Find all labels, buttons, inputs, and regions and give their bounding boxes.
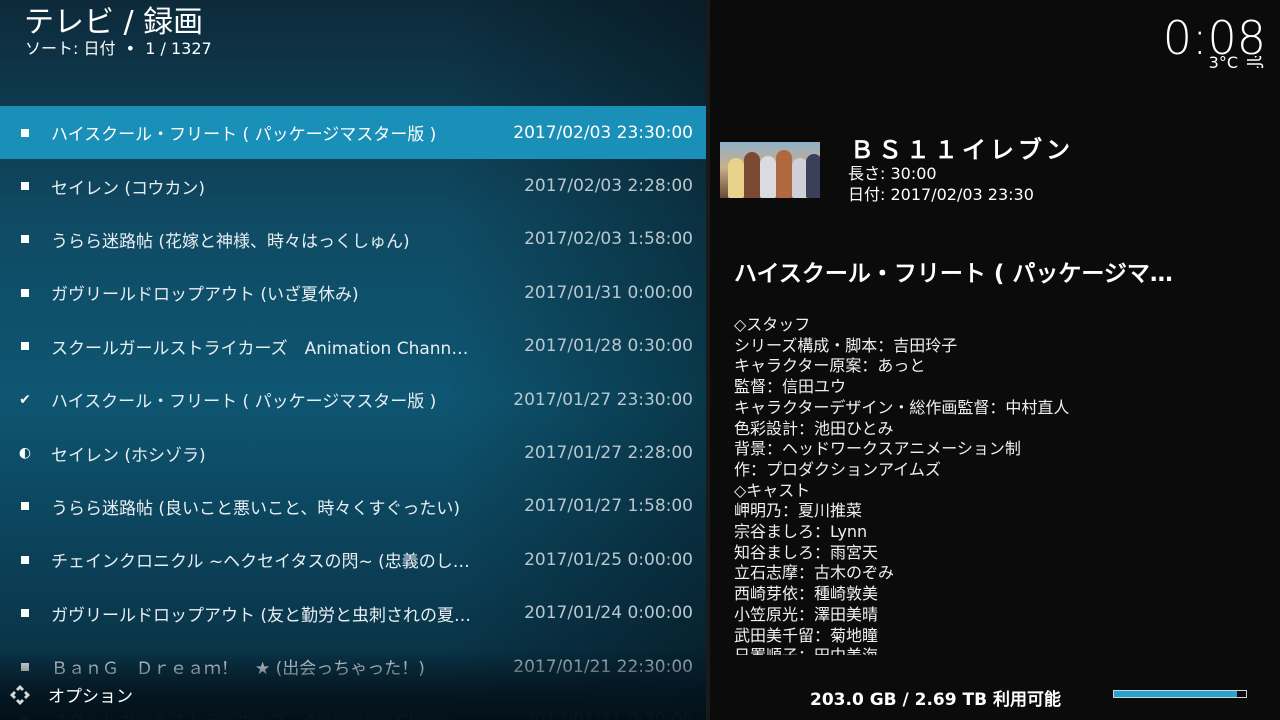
watched-check-icon: ✔: [19, 391, 31, 408]
program-date: 日付: 2017/02/03 23:30: [848, 185, 1034, 204]
unwatched-icon: [16, 605, 34, 621]
recording-date: 2017/01/25 0:00:00: [524, 549, 693, 570]
recording-date: 2017/01/27 1:58:00: [524, 496, 693, 517]
recording-row[interactable]: ✔ ハイスクール・フリート ( パッケージマスター版 ) 2017/01/27 23…: [0, 373, 706, 426]
options-button[interactable]: オプション: [8, 682, 133, 707]
recording-title: セイレン (ホシゾラ): [51, 445, 206, 466]
recording-row[interactable]: チェインクロニクル ~ヘクセイタスの閃~ (忠義のし… 2017/01/25 0:…: [0, 533, 706, 586]
program-thumbnail: [720, 142, 820, 198]
unwatched-icon: [16, 285, 34, 301]
detail-pane: 0:08 3°C ＢＳ１１イレブン 長さ: 30:00 日付: 2017/02/…: [710, 0, 1280, 720]
recording-row[interactable]: セイレン (コウカン) 2017/02/03 2:28:00: [0, 159, 706, 212]
program-description: ◇スタッフ シリーズ構成・脚本：吉田玲子 キャラクター原案：あっと 監督：信田ユ…: [734, 315, 1070, 655]
temperature: 3°C: [1208, 53, 1238, 72]
recording-row[interactable]: ハイスクール・フリート ( パッケージマスター版 ) 2017/02/03 23:…: [0, 106, 706, 160]
recording-row[interactable]: ガヴリールドロップアウト (友と勤労と虫刺されの夏… 2017/01/24 0:0…: [0, 587, 706, 640]
recording-date: 2017/02/03 1:58:00: [524, 229, 693, 250]
recording-date: 2017/02/03 23:30:00: [513, 122, 693, 143]
unwatched-icon: [16, 498, 34, 514]
program-meta: 長さ: 30:00 日付: 2017/02/03 23:30: [848, 163, 1034, 205]
recording-title: うらら迷路帖 (花嫁と神様、時々はっくしゅん): [51, 231, 410, 252]
recording-title: ガヴリールドロップアウト (いざ夏休み): [51, 285, 359, 306]
recordings-list: ハイスクール・フリート ( パッケージマスター版 ) 2017/02/03 23:…: [0, 106, 706, 720]
recording-title: セイレン (コウカン): [51, 178, 205, 199]
channel-name: ＢＳ１１イレブン: [850, 136, 1074, 164]
storage-info: 203.0 GB / 2.69 TB 利用可能: [810, 690, 1061, 710]
in-progress-icon: ◐: [18, 445, 32, 462]
unwatched-icon: [16, 552, 34, 568]
recording-title: スクールガールストライカーズ Animation Chann…: [51, 338, 469, 359]
recording-date: 2017/01/27 2:28:00: [524, 443, 693, 464]
recording-date: 2017/01/24 0:00:00: [524, 603, 693, 624]
recording-row[interactable]: ガヴリールドロップアウト (いざ夏休み) 2017/01/31 0:00:00: [0, 266, 706, 319]
storage-bar-fill: [1114, 691, 1237, 697]
unwatched-icon: [16, 178, 34, 194]
recording-date: 2017/01/31 0:00:00: [524, 282, 693, 303]
options-icon: [8, 683, 32, 707]
program-length: 長さ: 30:00: [848, 164, 937, 183]
recording-title: ハイスクール・フリート ( パッケージマスター版 ): [51, 125, 437, 146]
recording-date: 2017/01/28 0:30:00: [524, 336, 693, 357]
recording-title: ガヴリールドロップアウト (友と勤労と虫刺されの夏…: [51, 605, 472, 626]
recording-row[interactable]: うらら迷路帖 (花嫁と神様、時々はっくしゅん) 2017/02/03 1:58:0…: [0, 213, 706, 266]
options-label: オプション: [48, 687, 133, 707]
recording-row[interactable]: うらら迷路帖 (良いこと悪いこと、時々くすぐったい) 2017/01/27 1:5…: [0, 480, 706, 533]
unwatched-icon: [16, 125, 34, 141]
recording-title: チェインクロニクル ~ヘクセイタスの閃~ (忠義のし…: [51, 552, 470, 573]
recording-row[interactable]: ◐ セイレン (ホシゾラ) 2017/01/27 2:28:00: [0, 426, 706, 479]
weather: 3°C: [1209, 53, 1264, 72]
recordings-pane: テレビ / 録画 ソート: 日付 • 1 / 1327 ハイスクール・フリート …: [0, 0, 706, 720]
sort-info: ソート: 日付 • 1 / 1327: [25, 39, 212, 58]
wind-icon: [1246, 53, 1264, 72]
unwatched-icon: [16, 338, 34, 354]
storage-bar: [1113, 690, 1247, 698]
recording-date: 2017/02/03 2:28:00: [524, 176, 693, 197]
page-title: テレビ / 録画: [24, 5, 204, 40]
header: テレビ / 録画 ソート: 日付 • 1 / 1327: [24, 6, 212, 58]
unwatched-icon: [16, 231, 34, 247]
recording-date: 2017/01/27 23:30:00: [513, 389, 693, 410]
program-title: ハイスクール・フリート ( パッケージマ…: [734, 261, 1173, 287]
recording-row[interactable]: スクールガールストライカーズ Animation Chann… 2017/01/2…: [0, 320, 706, 373]
recording-title: うらら迷路帖 (良いこと悪いこと、時々くすぐったい): [51, 498, 460, 519]
recording-title: ハイスクール・フリート ( パッケージマスター版 ): [51, 392, 437, 413]
